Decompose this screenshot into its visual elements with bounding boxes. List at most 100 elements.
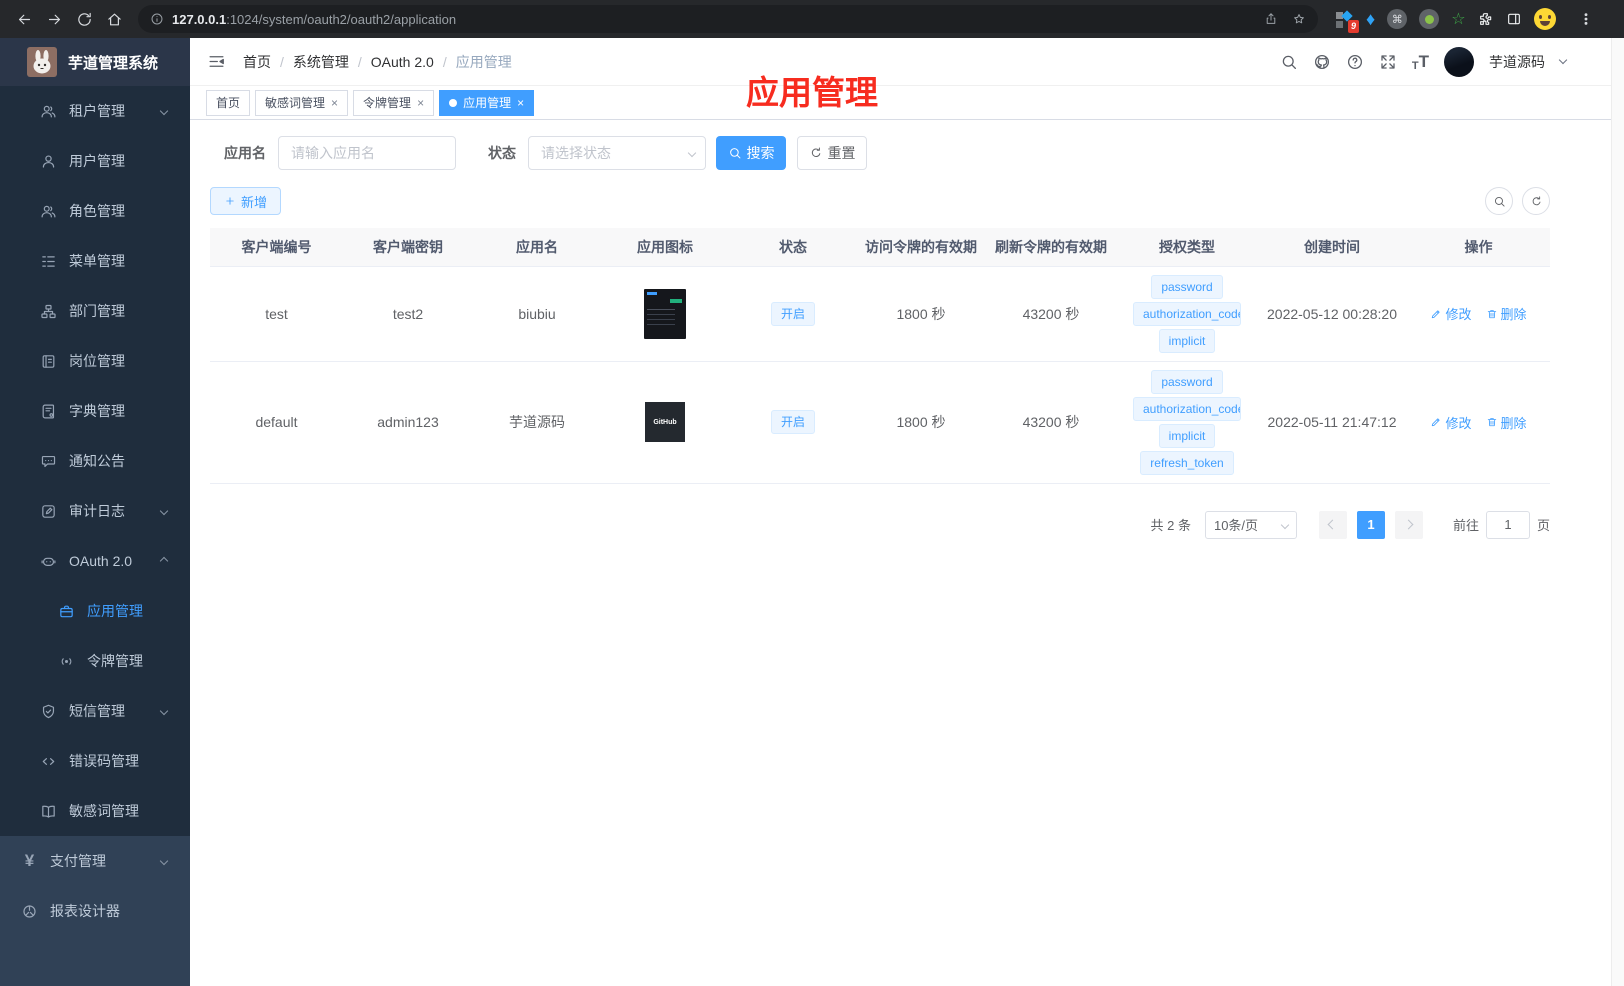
edit-link[interactable]: 修改 bbox=[1430, 413, 1472, 432]
chevron-down-icon[interactable] bbox=[1558, 55, 1568, 65]
profile-avatar-icon[interactable] bbox=[1533, 8, 1556, 30]
pie-icon bbox=[21, 903, 38, 920]
sidebar-item-notice[interactable]: 通知公告 bbox=[0, 436, 190, 486]
close-icon[interactable]: × bbox=[517, 97, 524, 109]
sidebar-item-label: 审计日志 bbox=[69, 503, 125, 519]
sidebar: 芋道管理系统 租户管理用户管理 角色管理 菜单管理 部门管理 岗位管理字典管理通知公告审… bbox=[0, 38, 190, 986]
app-name-input[interactable] bbox=[278, 136, 456, 170]
sidebar-item-oauth2-application[interactable]: 应用管理 bbox=[0, 586, 190, 636]
site-info-icon[interactable] bbox=[150, 12, 164, 26]
tab-应用管理[interactable]: 应用管理 × bbox=[439, 89, 535, 116]
browser-toolbar: 127.0.0.1:1024/system/oauth2/oauth2/appl… bbox=[0, 0, 1624, 38]
grant-type-tag: authorization_code bbox=[1133, 301, 1241, 326]
sidebar-item-report-designer[interactable]: 报表设计器 bbox=[0, 886, 190, 936]
cell-access-token-validity: 1800 秒 bbox=[857, 265, 985, 362]
reset-button[interactable]: 重置 bbox=[797, 136, 867, 170]
edit-link[interactable]: 修改 bbox=[1430, 304, 1472, 323]
sidebar-item-audit-log[interactable]: 审计日志 bbox=[0, 486, 190, 536]
sidebar-item-menu[interactable]: 菜单管理 bbox=[0, 236, 190, 286]
sidebar-item-dept[interactable]: 部门管理 bbox=[0, 286, 190, 336]
logo[interactable]: 芋道管理系统 bbox=[0, 38, 190, 86]
next-page-button[interactable] bbox=[1394, 510, 1423, 539]
chevron-down-icon bbox=[687, 148, 697, 158]
sidebar-item-label: 租户管理 bbox=[69, 103, 125, 119]
users-icon bbox=[40, 203, 57, 220]
refresh-table-button[interactable] bbox=[1522, 187, 1550, 215]
close-icon[interactable]: × bbox=[417, 97, 424, 109]
sidebar-item-error-code[interactable]: 错误码管理 bbox=[0, 736, 190, 786]
cell-grant-types: password authorization_code implicit refres… bbox=[1117, 360, 1257, 484]
sidebar-item-label: 报表设计器 bbox=[50, 903, 120, 919]
sidebar-item-tenant[interactable]: 租户管理 bbox=[0, 86, 190, 136]
bookmark-star-icon[interactable] bbox=[1292, 12, 1306, 26]
sidebar-item-sms[interactable]: 短信管理 bbox=[0, 686, 190, 736]
delete-link[interactable]: 删除 bbox=[1486, 413, 1527, 432]
cell-client-secret: admin123 bbox=[343, 360, 473, 484]
sidebar-item-user[interactable]: 用户管理 bbox=[0, 136, 190, 186]
add-button[interactable]: 新增 bbox=[210, 187, 282, 215]
sidebar-item-label: 字典管理 bbox=[69, 403, 125, 419]
cell-access-token-validity: 1800 秒 bbox=[857, 360, 985, 484]
app-icon-image: GitHub bbox=[645, 402, 685, 442]
forward-icon[interactable] bbox=[40, 5, 68, 33]
prev-page-button[interactable] bbox=[1318, 510, 1347, 539]
pagination: 共 2 条 10条/页 1 前往 页 bbox=[210, 510, 1550, 539]
chevron-down-icon bbox=[159, 856, 169, 866]
star-extension-icon[interactable]: ☆ bbox=[1451, 9, 1465, 29]
side-panel-icon[interactable] bbox=[1506, 11, 1522, 27]
command-extension-icon[interactable]: ⌘ bbox=[1387, 9, 1408, 29]
record-extension-icon[interactable] bbox=[1419, 9, 1440, 29]
sidebar-item-oauth2-token[interactable]: 令牌管理 bbox=[0, 636, 190, 686]
status-label: 状态 bbox=[488, 145, 516, 161]
puzzle-extensions-icon[interactable] bbox=[1478, 11, 1494, 27]
share-icon[interactable] bbox=[1264, 12, 1278, 26]
close-icon[interactable]: × bbox=[331, 97, 338, 109]
breadcrumb-item[interactable]: 系统管理 bbox=[293, 52, 349, 72]
help-icon[interactable] bbox=[1346, 53, 1364, 71]
tab-首页[interactable]: 首页 bbox=[206, 89, 251, 116]
sidebar-fold-icon[interactable] bbox=[207, 52, 226, 71]
column-header: 状态 bbox=[729, 228, 857, 266]
extension-icon[interactable]: 9 bbox=[1334, 9, 1359, 33]
delete-link[interactable]: 删除 bbox=[1486, 304, 1527, 323]
breadcrumb-item[interactable]: 首页 bbox=[243, 52, 271, 72]
tab-label: 令牌管理 bbox=[363, 96, 412, 110]
chevron-down-icon bbox=[159, 706, 169, 716]
user-icon bbox=[40, 153, 57, 170]
page-number-button[interactable]: 1 bbox=[1356, 510, 1385, 539]
toggle-search-button[interactable] bbox=[1485, 187, 1513, 215]
fullscreen-icon[interactable] bbox=[1379, 53, 1397, 71]
status-select[interactable]: 请选择状态 bbox=[528, 136, 706, 170]
page-size-select[interactable]: 10条/页 bbox=[1204, 510, 1297, 539]
url-bar[interactable]: 127.0.0.1:1024/system/oauth2/oauth2/appl… bbox=[138, 5, 1318, 33]
sidebar-item-post[interactable]: 岗位管理 bbox=[0, 336, 190, 386]
sidebar-item-sensitive-word[interactable]: 敏感词管理 bbox=[0, 786, 190, 836]
tab-敏感词管理[interactable]: 敏感词管理 × bbox=[255, 89, 349, 116]
applications-table: 客户端编号 客户端密钥 应用名 应用图标 状态 访问令牌的有效期 刷新令牌的有效期 授权类型创… bbox=[210, 228, 1550, 484]
breadcrumb-item[interactable]: OAuth 2.0 bbox=[371, 54, 434, 70]
grant-type-tag: authorization_code bbox=[1133, 396, 1241, 421]
font-size-icon[interactable]: TT bbox=[1412, 52, 1429, 72]
tab-令牌管理[interactable]: 令牌管理 × bbox=[353, 89, 435, 116]
cell-client-id: default bbox=[210, 360, 343, 484]
user-avatar[interactable] bbox=[1444, 46, 1474, 77]
gem-extension-icon[interactable]: ♦ bbox=[1366, 10, 1375, 28]
sidebar-item-role[interactable]: 角色管理 bbox=[0, 186, 190, 236]
sidebar-item-oauth2[interactable]: OAuth 2.0 bbox=[0, 536, 190, 586]
goto-page-input[interactable] bbox=[1485, 510, 1530, 539]
github-icon[interactable] bbox=[1313, 53, 1331, 71]
username[interactable]: 芋道源码 bbox=[1489, 52, 1545, 72]
sidebar-item-pay[interactable]: ¥ 支付管理 bbox=[0, 836, 190, 886]
home-icon[interactable] bbox=[100, 5, 128, 33]
search-button[interactable]: 搜索 bbox=[716, 136, 786, 170]
sidebar-item-label: 应用管理 bbox=[87, 603, 143, 619]
cell-actions: 修改 删除 bbox=[1407, 360, 1550, 484]
navbar-actions: TT 芋道源码 bbox=[1280, 46, 1568, 77]
sidebar-item-dict[interactable]: 字典管理 bbox=[0, 386, 190, 436]
browser-menu-icon[interactable] bbox=[1578, 11, 1594, 27]
reload-icon[interactable] bbox=[70, 5, 98, 33]
header-search-icon[interactable] bbox=[1280, 53, 1298, 71]
page-scrollbar[interactable] bbox=[1611, 38, 1624, 986]
app-icon-image bbox=[644, 288, 686, 339]
back-icon[interactable] bbox=[10, 5, 38, 33]
